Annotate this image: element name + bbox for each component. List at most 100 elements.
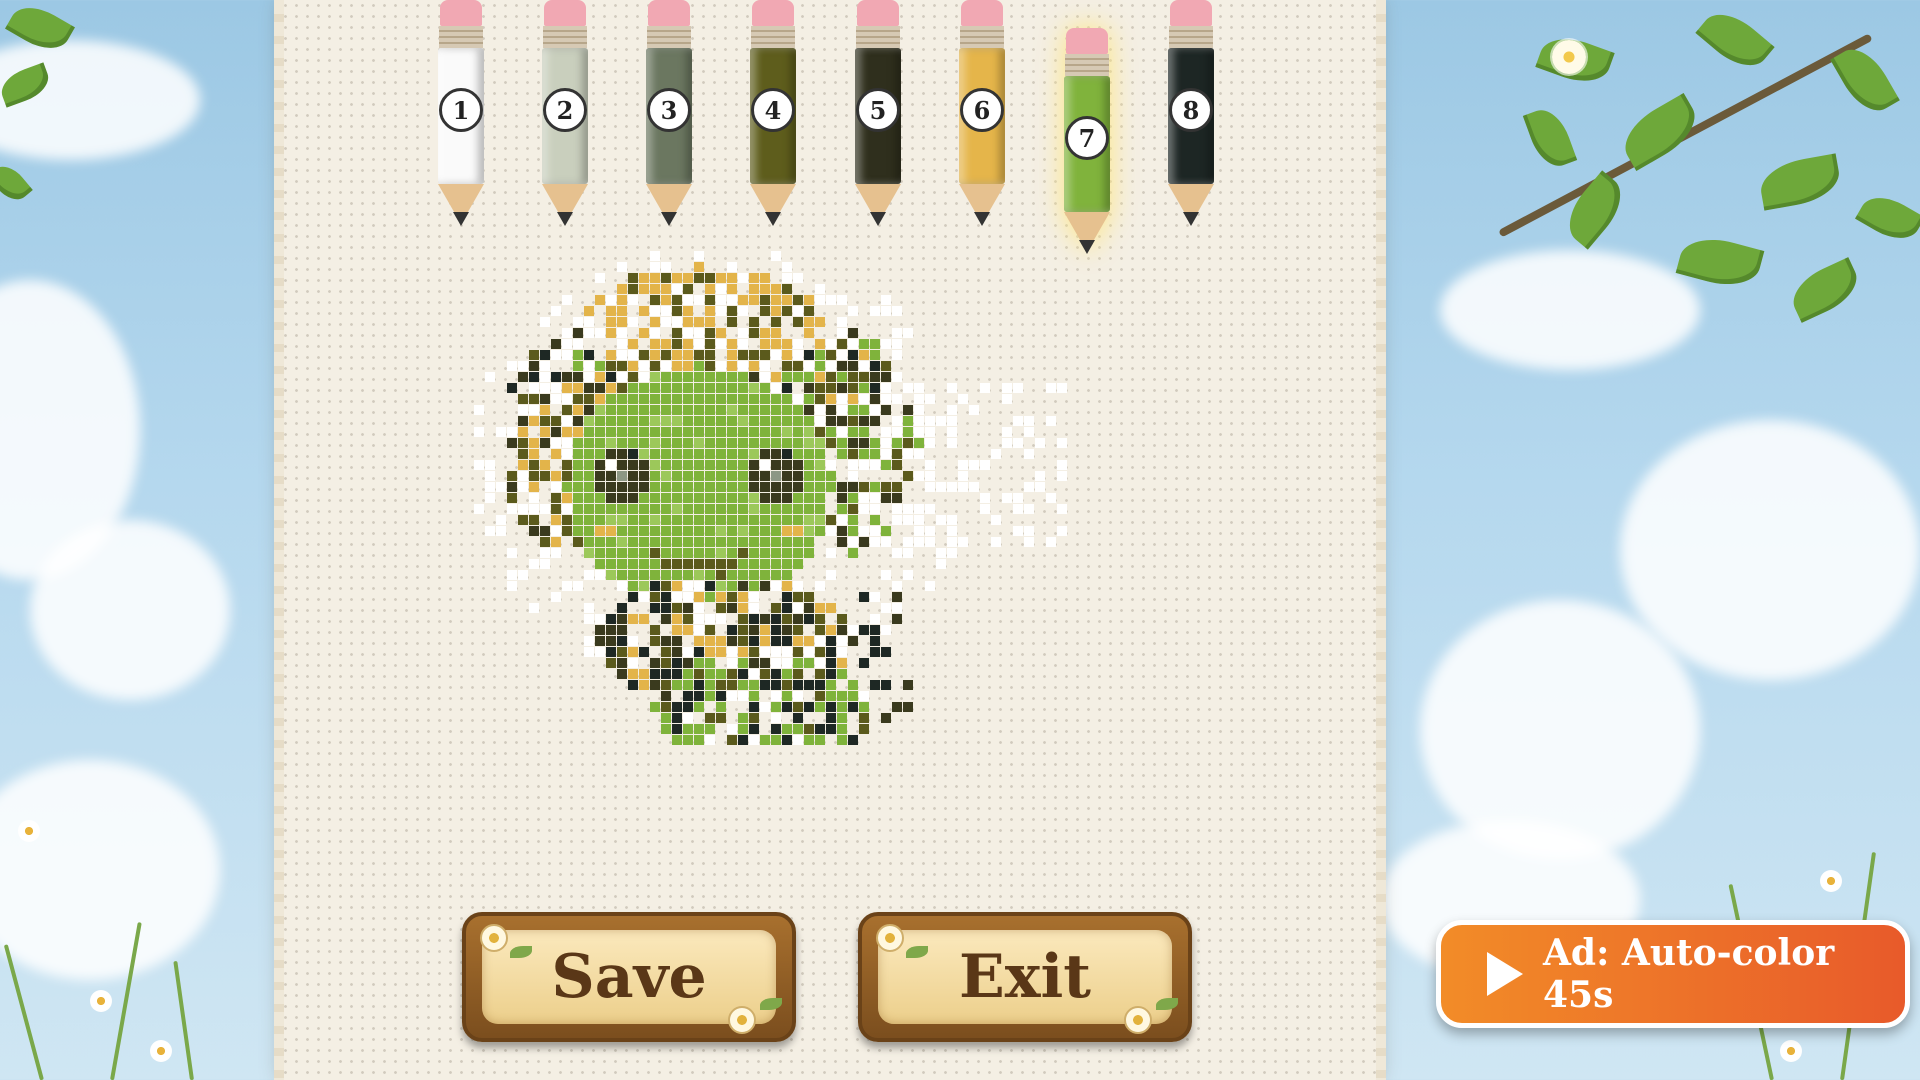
pixel-cell[interactable] <box>947 526 957 536</box>
pixel-cell[interactable] <box>815 339 825 349</box>
pixel-cell[interactable] <box>1046 383 1056 393</box>
pixel-cell[interactable] <box>606 394 616 404</box>
pixel-cell[interactable] <box>815 691 825 701</box>
pixel-cell[interactable] <box>617 460 627 470</box>
pixel-cell[interactable] <box>859 537 869 547</box>
pixel-cell[interactable] <box>793 493 803 503</box>
pixel-cell[interactable] <box>584 603 594 613</box>
pixel-cell[interactable] <box>584 405 594 415</box>
pixel-cell[interactable] <box>518 449 528 459</box>
pixel-cell[interactable] <box>1046 416 1056 426</box>
pixel-cell[interactable] <box>771 504 781 514</box>
pixel-cell[interactable] <box>804 647 814 657</box>
pixel-cell[interactable] <box>738 482 748 492</box>
pixel-cell[interactable] <box>705 614 715 624</box>
pixel-cell[interactable] <box>727 515 737 525</box>
pixel-cell[interactable] <box>793 482 803 492</box>
pixel-cell[interactable] <box>628 471 638 481</box>
pixel-cell[interactable] <box>771 614 781 624</box>
pixel-cell[interactable] <box>716 636 726 646</box>
pixel-cell[interactable] <box>925 471 935 481</box>
pixel-cell[interactable] <box>870 537 880 547</box>
pixel-cell[interactable] <box>782 559 792 569</box>
pixel-cell[interactable] <box>870 350 880 360</box>
pixel-cell[interactable] <box>848 416 858 426</box>
pixel-cell[interactable] <box>474 460 484 470</box>
pixel-cell[interactable] <box>672 328 682 338</box>
pixel-cell[interactable] <box>826 570 836 580</box>
pixel-cell[interactable] <box>738 526 748 536</box>
pixel-cell[interactable] <box>826 427 836 437</box>
pixel-cell[interactable] <box>815 350 825 360</box>
pixel-cell[interactable] <box>650 361 660 371</box>
pixel-cell[interactable] <box>639 559 649 569</box>
pixel-cell[interactable] <box>815 449 825 459</box>
pixel-cell[interactable] <box>716 493 726 503</box>
pixel-cell[interactable] <box>683 724 693 734</box>
pixel-cell[interactable] <box>529 449 539 459</box>
pixel-cell[interactable] <box>727 361 737 371</box>
pixel-cell[interactable] <box>573 438 583 448</box>
pixel-cell[interactable] <box>859 460 869 470</box>
pixel-cell[interactable] <box>870 493 880 503</box>
pixel-cell[interactable] <box>716 460 726 470</box>
pixel-cell[interactable] <box>705 713 715 723</box>
pixel-cell[interactable] <box>727 647 737 657</box>
pixel-cell[interactable] <box>595 394 605 404</box>
pixel-cell[interactable] <box>595 548 605 558</box>
pixel-cell[interactable] <box>848 493 858 503</box>
pixel-cell[interactable] <box>650 328 660 338</box>
pixel-cell[interactable] <box>650 251 660 261</box>
pixel-cell[interactable] <box>749 669 759 679</box>
pixel-cell[interactable] <box>991 449 1001 459</box>
pixel-cell[interactable] <box>661 658 671 668</box>
pixel-cell[interactable] <box>650 526 660 536</box>
pixel-cell[interactable] <box>848 702 858 712</box>
pixel-cell[interactable] <box>837 735 847 745</box>
pixel-cell[interactable] <box>991 537 1001 547</box>
pixel-cell[interactable] <box>694 658 704 668</box>
pixel-cell[interactable] <box>727 581 737 591</box>
pixel-cell[interactable] <box>760 636 770 646</box>
pixel-cell[interactable] <box>606 328 616 338</box>
pixel-cell[interactable] <box>793 548 803 558</box>
pixel-cell[interactable] <box>749 691 759 701</box>
pixel-cell[interactable] <box>760 295 770 305</box>
pixel-cell[interactable] <box>771 493 781 503</box>
pixel-cell[interactable] <box>727 658 737 668</box>
pixel-cell[interactable] <box>628 504 638 514</box>
pixel-cell[interactable] <box>1013 526 1023 536</box>
pixel-cell[interactable] <box>584 394 594 404</box>
pixel-cell[interactable] <box>903 504 913 514</box>
pixel-cell[interactable] <box>584 548 594 558</box>
pixel-cell[interactable] <box>760 427 770 437</box>
pixel-cell[interactable] <box>716 449 726 459</box>
pixel-cell[interactable] <box>617 361 627 371</box>
pixel-cell[interactable] <box>683 647 693 657</box>
pixel-cell[interactable] <box>947 405 957 415</box>
pixel-cell[interactable] <box>672 680 682 690</box>
pixel-cell[interactable] <box>639 515 649 525</box>
pixel-cell[interactable] <box>892 339 902 349</box>
pixel-cell[interactable] <box>705 449 715 459</box>
pixel-cell[interactable] <box>727 284 737 294</box>
pixel-cell[interactable] <box>540 559 550 569</box>
pixel-cell[interactable] <box>606 625 616 635</box>
pixel-cell[interactable] <box>815 680 825 690</box>
pixel-cell[interactable] <box>870 361 880 371</box>
pixel-cell[interactable] <box>760 383 770 393</box>
pixel-cell[interactable] <box>705 636 715 646</box>
pixel-cell[interactable] <box>881 295 891 305</box>
pixel-cell[interactable] <box>485 526 495 536</box>
pixel-cell[interactable] <box>892 548 902 558</box>
pixel-cell[interactable] <box>848 515 858 525</box>
pixel-cell[interactable] <box>551 427 561 437</box>
pixel-cell[interactable] <box>639 504 649 514</box>
pixel-cell[interactable] <box>859 350 869 360</box>
pixel-cell[interactable] <box>1002 493 1012 503</box>
pixel-cell[interactable] <box>584 328 594 338</box>
pixel-cell[interactable] <box>1057 504 1067 514</box>
pixel-cell[interactable] <box>639 537 649 547</box>
pixel-cell[interactable] <box>606 449 616 459</box>
pixel-cell[interactable] <box>617 383 627 393</box>
